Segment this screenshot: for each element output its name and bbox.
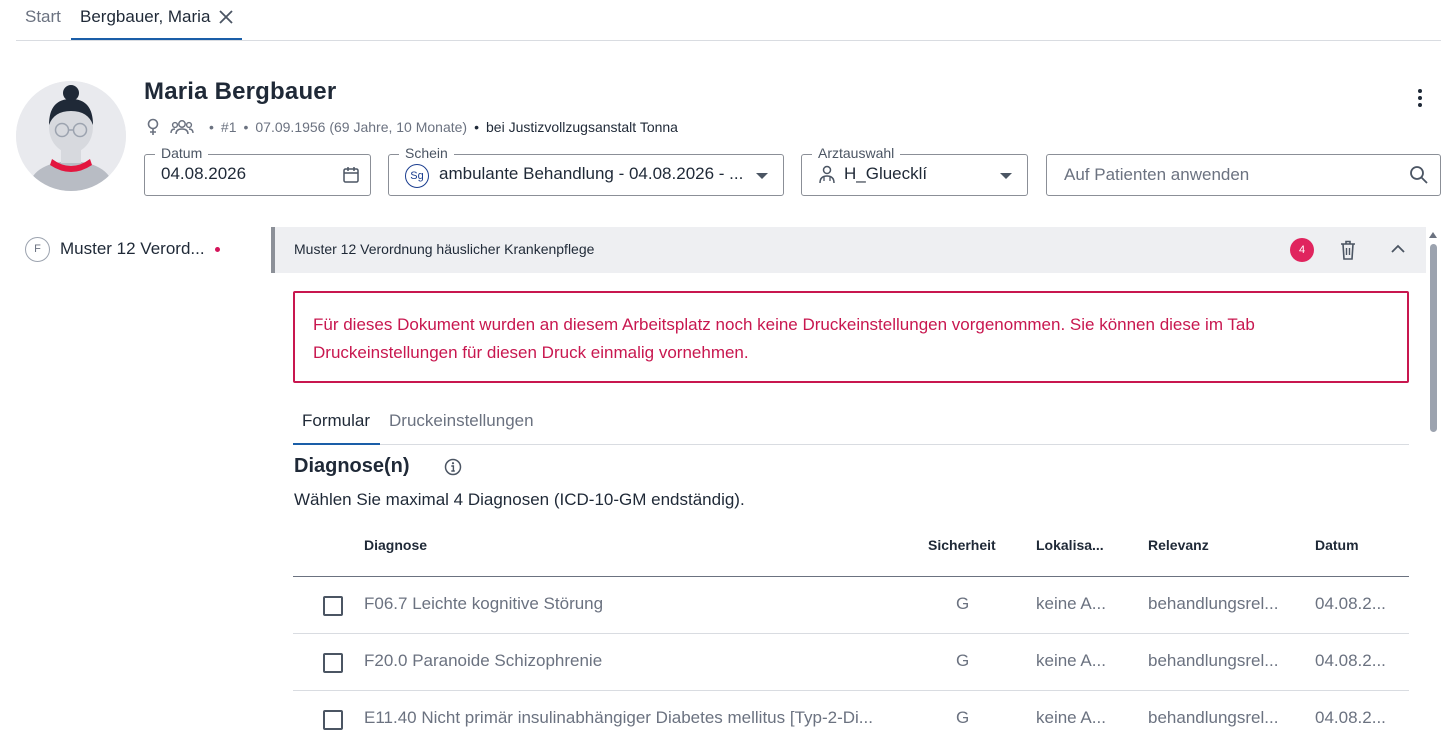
diagnose-hint: Wählen Sie maximal 4 Diagnosen (ICD-10-G… — [294, 490, 745, 509]
tab-formular[interactable]: Formular — [293, 404, 380, 445]
cell-sicherheit: G — [956, 594, 970, 613]
warning-line-1: Für dieses Dokument wurden an diesem Arb… — [313, 315, 1255, 334]
cell-diagnose: F06.7 Leichte kognitive Störung — [364, 594, 604, 613]
cell-datum: 04.08.2... — [1315, 594, 1386, 613]
schein-badge: Sg — [405, 164, 429, 188]
search-icon[interactable] — [1409, 165, 1429, 185]
patient-birth: 07.09.1956 (69 Jahre, 10 Monate) — [255, 119, 468, 135]
warning-line-2: Druckeinstellungen für diesen Druck einm… — [313, 343, 749, 362]
patient-meta: • #1 • 07.09.1956 (69 Jahre, 10 Monate) … — [144, 117, 678, 137]
scroll-up-arrow[interactable] — [1429, 232, 1437, 238]
tab-patient[interactable]: Bergbauer, Maria — [71, 0, 242, 40]
form-tabs: Formular Druckeinstellungen — [293, 404, 1409, 445]
diagnose-title: Diagnose(n) — [294, 455, 410, 477]
doctor-icon — [819, 165, 835, 184]
print-settings-warning: Für dieses Dokument wurden an diesem Arb… — [293, 291, 1409, 383]
cell-sicherheit: G — [956, 651, 970, 670]
datum-value: 04.08.2026 — [161, 164, 247, 183]
arzt-label: Arztauswahl — [812, 145, 901, 161]
tab-patient-label: Bergbauer, Maria — [80, 7, 211, 26]
col-relevanz[interactable]: Relevanz — [1148, 537, 1209, 553]
table-row[interactable]: F06.7 Leichte kognitive Störung G keine … — [293, 577, 1409, 634]
scrollbar-thumb[interactable] — [1430, 244, 1437, 432]
col-datum[interactable]: Datum — [1315, 537, 1359, 553]
unsaved-dot — [214, 246, 220, 252]
document-section-header[interactable]: Muster 12 Verordnung häuslicher Krankenp… — [271, 227, 1426, 273]
row-checkbox[interactable] — [323, 710, 343, 730]
tab-bar: Start Bergbauer, Maria — [16, 0, 1441, 41]
chevron-up-icon[interactable] — [1389, 240, 1407, 258]
female-icon — [147, 118, 159, 135]
tab-start[interactable]: Start — [25, 0, 61, 40]
schein-select[interactable]: Schein Sg ambulante Behandlung - 04.08.2… — [388, 145, 784, 196]
col-lokalisation[interactable]: Lokalisa... — [1036, 537, 1104, 553]
datum-label: Datum — [155, 145, 209, 161]
section-title: Muster 12 Verordnung häuslicher Krankenp… — [294, 241, 595, 257]
left-document-item[interactable]: F Muster 12 Verord... — [25, 236, 220, 262]
cell-relevanz: behandlungsrel... — [1148, 708, 1279, 727]
row-checkbox[interactable] — [323, 653, 343, 673]
cell-diagnose: F20.0 Paranoide Schizophrenie — [364, 651, 603, 670]
schein-value: ambulante Behandlung - 04.08.2026 - ... — [439, 164, 744, 183]
group-icon — [170, 120, 194, 135]
avatar — [16, 81, 126, 191]
more-options-icon[interactable] — [1410, 87, 1430, 109]
chevron-down-icon — [1000, 173, 1012, 179]
table-row[interactable]: F20.0 Paranoide Schizophrenie G keine A.… — [293, 634, 1409, 691]
patient-search-input[interactable]: Auf Patienten anwenden — [1046, 154, 1441, 196]
search-placeholder: Auf Patienten anwenden — [1064, 165, 1250, 184]
calendar-icon[interactable] — [342, 166, 360, 184]
row-checkbox[interactable] — [323, 596, 343, 616]
left-document-label: Muster 12 Verord... — [60, 239, 205, 258]
col-sicherheit[interactable]: Sicherheit — [928, 537, 996, 553]
patient-name: Maria Bergbauer — [144, 78, 337, 105]
cell-datum: 04.08.2... — [1315, 651, 1386, 670]
form-icon: F — [25, 236, 50, 262]
chevron-down-icon — [756, 173, 768, 179]
count-badge: 4 — [1290, 238, 1314, 262]
datum-field[interactable]: Datum 04.08.2026 — [144, 145, 371, 196]
cell-relevanz: behandlungsrel... — [1148, 594, 1279, 613]
trash-icon[interactable] — [1338, 239, 1358, 261]
col-diagnose[interactable]: Diagnose — [364, 537, 427, 553]
patient-number: #1 — [220, 119, 237, 135]
cell-relevanz: behandlungsrel... — [1148, 651, 1279, 670]
table-header: Diagnose Sicherheit Lokalisa... Relevanz… — [293, 520, 1409, 577]
table-row[interactable]: E11.40 Nicht primär insulinabhängiger Di… — [293, 691, 1409, 746]
cell-lokalisation: keine A... — [1036, 708, 1106, 727]
arzt-value: H_Gluecklí — [844, 164, 928, 183]
cell-sicherheit: G — [956, 708, 970, 727]
info-icon[interactable] — [444, 458, 462, 476]
tab-druckeinstellungen[interactable]: Druckeinstellungen — [389, 404, 534, 445]
schein-label: Schein — [399, 145, 454, 161]
cell-diagnose: E11.40 Nicht primär insulinabhängiger Di… — [364, 708, 873, 727]
cell-lokalisation: keine A... — [1036, 594, 1106, 613]
patient-institution: bei Justizvollzugsanstalt Tonna — [486, 119, 678, 135]
close-icon[interactable] — [217, 8, 235, 26]
cell-lokalisation: keine A... — [1036, 651, 1106, 670]
cell-datum: 04.08.2... — [1315, 708, 1386, 727]
arzt-select[interactable]: Arztauswahl H_Gluecklí — [801, 145, 1028, 196]
